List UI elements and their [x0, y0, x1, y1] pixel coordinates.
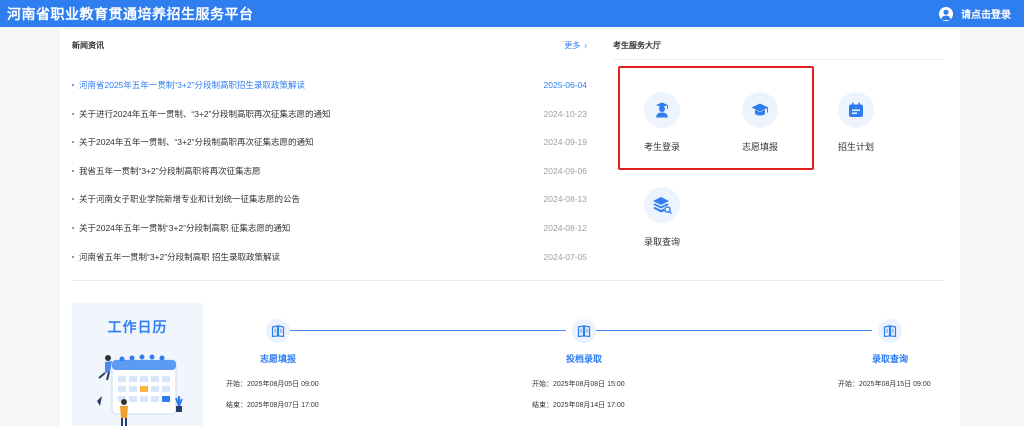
news-list: 河南省2025年五年一贯制“3+2”分段制高职招生录取政策解读 2025-06-0…	[72, 78, 587, 278]
chevron-right-icon: ›	[584, 41, 587, 50]
news-item[interactable]: 关于2024年五年一贯制、“3+2”分段制高职再次征集志愿的通知 2024-09-…	[72, 135, 587, 164]
calendar-title: 工作日历	[107, 319, 168, 335]
student-icon	[644, 92, 680, 128]
news-section-title: 新闻资讯	[72, 41, 104, 50]
book-icon	[878, 319, 902, 343]
book-icon	[266, 319, 290, 343]
news-item[interactable]: 我省五年一贯制“3+2”分段制高职将再次征集志愿 2024-09-06	[72, 164, 587, 193]
news-item-title: 关于河南女子职业学院新增专业和计划统一征集志愿的公告	[79, 194, 301, 205]
bullet-icon	[72, 169, 74, 172]
timeline-end-time: 结束：2025年08月07日 17:00	[226, 402, 319, 409]
service-admission-query[interactable]: 录取查询	[626, 187, 698, 257]
login-label: 请点击登录	[961, 10, 1011, 21]
timeline-connector	[290, 330, 566, 331]
services-section-title: 考生服务大厅	[613, 41, 661, 50]
news-item-title: 关于进行2024年五年一贯制、“3+2”分段制高职再次征集志愿的通知	[79, 108, 331, 119]
news-item-date: 2024-09-19	[543, 137, 587, 148]
timeline-end-time: 结束：2025年08月14日 17:00	[532, 402, 625, 409]
bullet-icon	[72, 141, 74, 144]
news-item-title: 关于2024年五年一贯制、“3+2”分段制高职再次征集志愿的通知	[79, 137, 314, 148]
service-label: 录取查询	[643, 237, 680, 247]
service-label: 考生登录	[643, 142, 680, 152]
news-item-date: 2024-09-06	[543, 165, 587, 176]
more-label: 更多	[564, 41, 581, 50]
news-item[interactable]: 河南省五年一贯制“3+2”分段制高职 招生录取政策解读 2024-07-05	[72, 250, 587, 279]
timeline-connector	[596, 330, 872, 331]
news-item-title: 河南省2025年五年一贯制“3+2”分段制高职招生录取政策解读	[79, 80, 305, 90]
bullet-icon	[72, 255, 74, 258]
news-item-title: 河南省五年一贯制“3+2”分段制高职 招生录取政策解读	[79, 251, 280, 262]
top-bar: 河南省职业教育贯通培养招生服务平台 请点击登录	[0, 0, 1024, 27]
book-icon	[572, 319, 596, 343]
user-icon	[939, 6, 953, 21]
bullet-icon	[72, 226, 74, 229]
service-label: 招生计划	[837, 142, 874, 152]
news-item-date: 2024-10-23	[543, 108, 587, 119]
bullet-icon	[72, 198, 74, 201]
site-title: 河南省职业教育贯通培养招生服务平台	[7, 6, 254, 22]
layers-search-icon	[644, 187, 680, 223]
timeline-start-time: 开始：2025年08月15日 09:00	[838, 381, 931, 388]
timeline-start-time: 开始：2025年08月05日 09:00	[226, 381, 319, 388]
news-item[interactable]: 关于河南女子职业学院新增专业和计划统一征集志愿的公告 2024-08-13	[72, 192, 587, 221]
more-link[interactable]: 更多 ›	[560, 40, 587, 51]
calendar-icon	[838, 92, 874, 128]
bullet-icon	[72, 84, 74, 86]
news-item-date: 2024-08-12	[543, 222, 587, 233]
login-button[interactable]: 请点击登录	[939, 4, 1011, 23]
news-item-date: 2024-07-05	[543, 251, 587, 262]
timeline-step-name: 投档录取	[565, 354, 602, 364]
timeline-step-name: 志愿填报	[259, 354, 296, 364]
calendar-illustration	[97, 354, 183, 426]
timeline-step-name: 录取查询	[871, 354, 908, 364]
divider	[613, 59, 943, 60]
service-volunteer-fill[interactable]: 志愿填报	[724, 92, 796, 162]
news-item-title: 我省五年一贯制“3+2”分段制高职将再次征集志愿	[79, 165, 261, 176]
section-divider	[72, 280, 944, 281]
news-item-date: 2024-08-13	[543, 194, 587, 205]
bullet-icon	[72, 112, 74, 115]
service-label: 志愿填报	[741, 142, 778, 152]
news-item-date: 2025-06-04	[543, 80, 587, 90]
main-card: 新闻资讯 更多 › 河南省2025年五年一贯制“3+2”分段制高职招生录取政策解读…	[60, 30, 960, 426]
news-header: 新闻资讯 更多 ›	[72, 40, 587, 54]
news-item[interactable]: 关于2024年五年一贯制“3+2”分段制高职 征集志愿的通知 2024-08-12	[72, 221, 587, 250]
news-item[interactable]: 河南省2025年五年一贯制“3+2”分段制高职招生录取政策解读 2025-06-0…	[72, 78, 587, 107]
news-item-title: 关于2024年五年一贯制“3+2”分段制高职 征集志愿的通知	[79, 222, 291, 233]
timeline-start-time: 开始：2025年08月08日 15:00	[532, 381, 625, 388]
service-student-login[interactable]: 考生登录	[626, 92, 698, 162]
news-item[interactable]: 关于进行2024年五年一贯制、“3+2”分段制高职再次征集志愿的通知 2024-1…	[72, 107, 587, 136]
work-calendar-panel: 工作日历	[72, 303, 203, 426]
graduation-cap-icon	[742, 92, 778, 128]
service-enrollment-plan[interactable]: 招生计划	[820, 92, 892, 162]
